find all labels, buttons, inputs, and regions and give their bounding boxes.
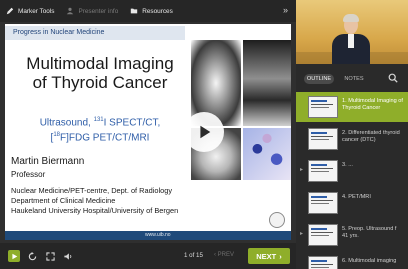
university-seal-icon [269, 212, 285, 228]
player-window: Marker Tools Presenter info Resources » … [0, 0, 408, 269]
slide-author: Martin Biermann [11, 156, 85, 167]
presenter-info-button[interactable]: Presenter info [66, 7, 118, 15]
replay-icon [28, 251, 36, 260]
slide-subtitle: Ultrasound, 131I SPECT/CT, [18F]FDG PET/… [15, 114, 185, 145]
outline-item-label: 4. PET/MRI [342, 194, 371, 200]
slide-author-position: Professor [11, 170, 46, 179]
slide-header-text: Progress in Nuclear Medicine [13, 29, 105, 36]
slide-subtitle-line2: [18F]FDG PET/CT/MRI [15, 129, 185, 144]
slide-footer-band: www.uib.no [5, 231, 291, 240]
speaker-icon [64, 252, 72, 260]
expand-arrow-icon[interactable]: ▸ [300, 230, 303, 237]
top-toolbar: Marker Tools Presenter info Resources » [0, 0, 296, 22]
affiliation-line3: Haukeland University Hospital/University… [11, 206, 179, 215]
person-icon [67, 7, 74, 15]
sub-line1-sup: 131 [93, 117, 104, 123]
slide-thumbnail [308, 256, 338, 269]
slide-thumbnail [308, 160, 338, 182]
next-label: NEXT [256, 251, 277, 261]
prev-label: PREV [217, 252, 235, 258]
slide-subtitle-line1: Ultrasound, 131I SPECT/CT, [15, 114, 185, 129]
next-button[interactable]: NEXT › [248, 248, 290, 264]
outline-item[interactable]: 1. Multimodal Imaging of Thyroid Cancer [296, 92, 408, 122]
slide-thumbnail [308, 96, 338, 118]
outline-item-label: 5. Preop. Ultrasound f 41 yrs. [342, 226, 397, 239]
outline-item[interactable]: ▸ 5. Preop. Ultrasound f 41 yrs. [296, 220, 408, 250]
outline-list: 1. Multimodal Imaging of Thyroid Cancer … [296, 92, 408, 269]
sidebar: OUTLINE NOTES 1. Multimodal Imaging of T… [296, 0, 408, 269]
resources-label: Resources [142, 7, 173, 15]
outline-item-label: 1. Multimodal Imaging of Thyroid Cancer [342, 98, 403, 111]
sub-line1-text: Ultrasound, [39, 117, 94, 129]
slide-title: Multimodal Imaging of Thyroid Cancer [11, 54, 189, 92]
affiliation-line1: Nuclear Medicine/PET-centre, Dept. of Ra… [11, 186, 173, 195]
outline-item-label: 3. ... [342, 162, 353, 168]
expand-arrow-icon[interactable]: ▸ [300, 166, 303, 173]
outline-item-label: 2. Differentiated thyroid cancer (DTC) [342, 130, 400, 143]
volume-button[interactable] [62, 250, 74, 262]
folder-icon [131, 8, 138, 14]
tab-outline[interactable]: OUTLINE [304, 74, 334, 84]
page-indicator: 1 of 15 [184, 252, 203, 259]
tab-notes[interactable]: NOTES [342, 74, 366, 84]
slide-thumbnail [308, 224, 338, 246]
sidebar-tabs: OUTLINE NOTES [296, 70, 408, 88]
expand-icon [45, 251, 55, 261]
pencil-icon [6, 7, 14, 15]
slide-affiliation: Nuclear Medicine/PET-centre, Dept. of Ra… [11, 186, 241, 216]
marker-tools-button[interactable]: Marker Tools [6, 7, 54, 15]
replay-button[interactable] [26, 250, 38, 262]
resources-button[interactable]: Resources [130, 7, 173, 15]
play-pause-button[interactable] [8, 250, 20, 262]
outline-item-label: 6. Multimodal imaging [342, 258, 397, 264]
histology-image [243, 128, 291, 180]
presenter-video [296, 0, 408, 64]
presenter-info-label: Presenter info [78, 7, 119, 15]
sub-line2-text-b: F]FDG PET/CT/MRI [60, 132, 150, 144]
play-icon [11, 253, 17, 259]
outline-item[interactable]: 4. PET/MRI [296, 188, 408, 218]
presenter-figure-shirt [348, 34, 354, 48]
slide-canvas: Progress in Nuclear Medicine Multimodal … [5, 24, 291, 240]
outline-item[interactable]: 2. Differentiated thyroid cancer (DTC) [296, 124, 408, 154]
ct-scan-image [243, 40, 291, 126]
chevron-right-icon: › [279, 251, 282, 261]
slide-header-band: Progress in Nuclear Medicine [5, 26, 185, 40]
sub-line1-text-b: I SPECT/CT, [103, 117, 161, 129]
play-icon [200, 125, 211, 139]
outline-item[interactable]: ▸ 3. ... [296, 156, 408, 186]
bottom-control-bar: 1 of 15 ‹ PREV NEXT › [0, 243, 296, 269]
slide-footer-url: www.uib.no [145, 232, 171, 238]
fullscreen-button[interactable] [44, 250, 56, 262]
slide-thumbnail [308, 192, 338, 214]
search-icon[interactable] [388, 73, 398, 83]
marker-tools-label: Marker Tools [18, 7, 55, 15]
slide-thumbnail [308, 128, 338, 150]
presenter-figure-hair [343, 14, 359, 22]
outline-item[interactable]: 6. Multimodal imaging [296, 252, 408, 269]
affiliation-line2: Department of Clinical Medicine [11, 196, 116, 205]
play-overlay-button[interactable] [184, 112, 224, 152]
chevron-double-right-icon[interactable]: » [283, 5, 288, 15]
slide-title-line1: Multimodal Imaging [26, 54, 174, 73]
prev-button[interactable]: ‹ PREV [214, 252, 234, 258]
sub-line2-sup: 18 [53, 132, 60, 139]
slide-title-line2: of Thyroid Cancer [32, 73, 168, 92]
